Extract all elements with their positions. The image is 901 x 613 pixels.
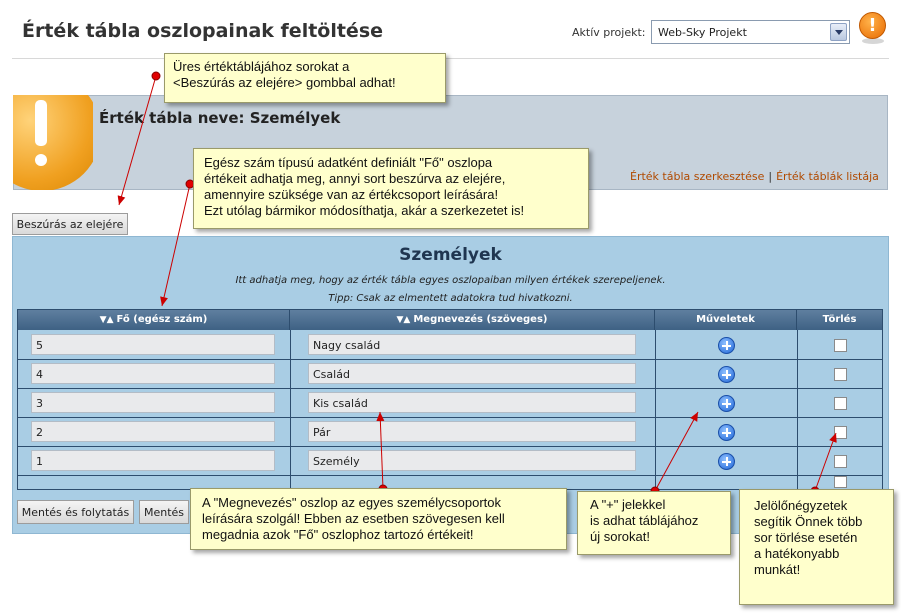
warning-icon[interactable] <box>859 12 886 39</box>
fo-input[interactable]: 2 <box>31 421 275 442</box>
callout-fo-column: Egész szám típusú adatként definiált "Fő… <box>193 148 589 229</box>
callout-insert: Üres értéktáblájához sorokat a <Beszúrás… <box>164 53 446 103</box>
page-title: Érték tábla oszlopainak feltöltése <box>22 20 384 42</box>
fo-input[interactable]: 5 <box>31 334 275 355</box>
callout-megnevezes-column: A "Megnevezés" oszlop az egyes személycs… <box>190 488 567 550</box>
fo-input[interactable]: 1 <box>31 450 275 471</box>
save-button[interactable]: Mentés <box>139 500 189 524</box>
plus-icon[interactable] <box>718 395 735 412</box>
select-all-checkbox[interactable] <box>834 476 847 488</box>
fo-input[interactable]: 3 <box>31 392 275 413</box>
delete-checkbox[interactable] <box>834 368 847 381</box>
megnevezes-input[interactable]: Nagy család <box>308 334 636 355</box>
project-select-value: Web-Sky Projekt <box>658 26 747 39</box>
arrow-dot <box>151 71 161 81</box>
panel-tip: Tipp: Csak az elmentett adatokra tud hiv… <box>328 293 573 304</box>
project-select[interactable]: Web-Sky Projekt <box>651 20 850 44</box>
save-continue-button[interactable]: Mentés és folytatás <box>17 500 134 524</box>
fo-input[interactable]: 4 <box>31 363 275 384</box>
title-divider <box>12 58 889 59</box>
panel-subtitle: Itt adhatja meg, hogy az érték tábla egy… <box>235 275 666 286</box>
values-table: ▼▲ Fő (egész szám) ▼▲ Megnevezés (szöveges… <box>17 309 883 490</box>
megnevezes-input[interactable]: Pár <box>308 421 636 442</box>
plus-icon[interactable] <box>718 424 735 441</box>
table-list-link[interactable]: Érték táblák listája <box>776 170 879 183</box>
column-header-torles: Törlés <box>797 310 882 330</box>
callout-checkboxes: Jelölőnégyzetek segítik Önnek több sor t… <box>739 489 894 605</box>
column-header-megnevezes[interactable]: ▼▲ Megnevezés (szöveges) <box>290 310 655 330</box>
project-label: Aktív projekt: <box>572 26 646 39</box>
insert-top-button[interactable]: Beszúrás az elejére <box>12 213 128 235</box>
sort-arrows-icon[interactable]: ▼▲ <box>397 315 411 325</box>
megnevezes-input[interactable]: Család <box>308 363 636 384</box>
link-separator: | <box>768 170 773 183</box>
edit-table-link[interactable]: Érték tábla szerkesztése <box>630 170 764 183</box>
sort-arrows-icon[interactable]: ▼▲ <box>100 315 114 325</box>
delete-checkbox[interactable] <box>834 339 847 352</box>
plus-icon[interactable] <box>718 337 735 354</box>
column-header-fo[interactable]: ▼▲ Fő (egész szám) <box>18 310 290 330</box>
megnevezes-input[interactable]: Kis család <box>308 392 636 413</box>
plus-icon[interactable] <box>718 366 735 383</box>
warning-icon <box>13 95 93 190</box>
megnevezes-input[interactable]: Személy <box>308 450 636 471</box>
callout-plus-buttons: A "+" jelekkel is adhat táblájához új so… <box>577 491 731 555</box>
delete-checkbox[interactable] <box>834 397 847 410</box>
dropdown-arrow-icon[interactable] <box>830 23 847 41</box>
delete-checkbox[interactable] <box>834 455 847 468</box>
panel-title: Személyek <box>399 245 502 265</box>
value-table-name: Érték tábla neve: Személyek <box>99 109 341 127</box>
plus-icon[interactable] <box>718 453 735 470</box>
delete-checkbox[interactable] <box>834 426 847 439</box>
column-header-muveletek: Műveletek <box>655 310 797 330</box>
info-links: Érték tábla szerkesztése | Érték táblák li… <box>630 170 879 183</box>
